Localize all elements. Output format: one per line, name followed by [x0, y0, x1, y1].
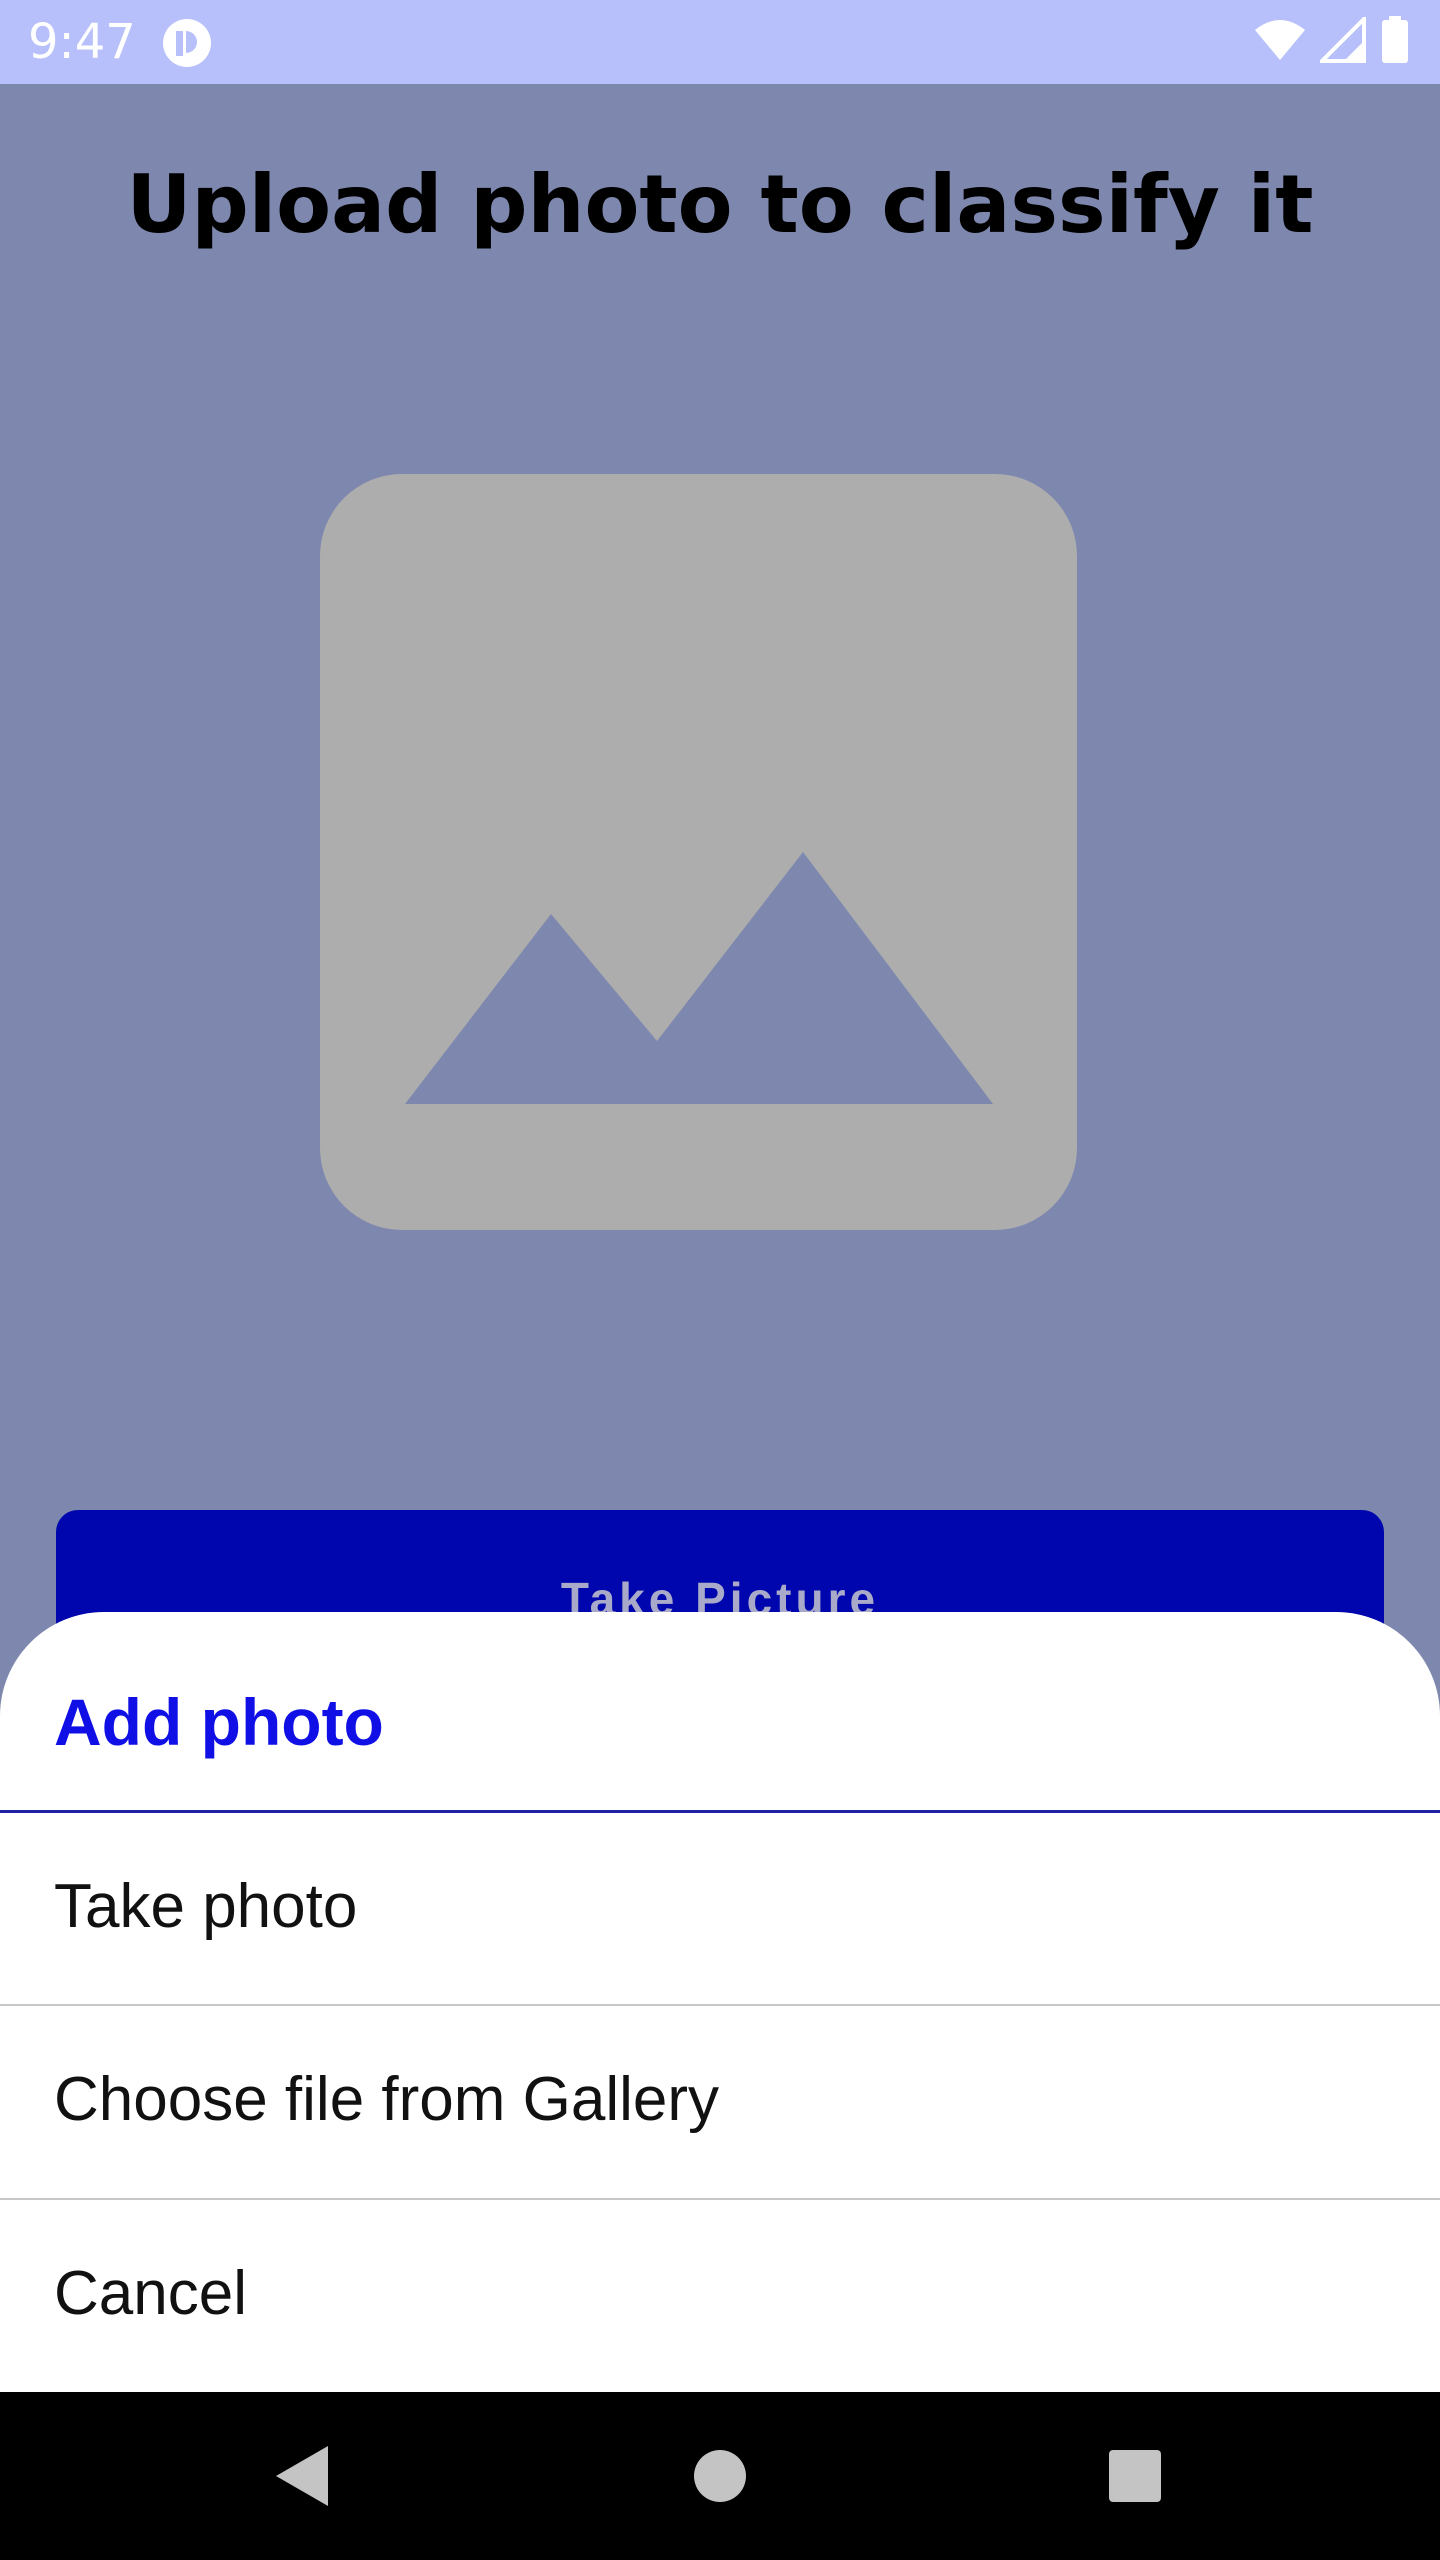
add-photo-sheet: Add photo Take photo Choose file from Ga…	[0, 1612, 1440, 2392]
page-title: Upload photo to classify it	[126, 158, 1314, 251]
choose-from-gallery-option[interactable]: Choose file from Gallery	[0, 2005, 1440, 2195]
image-placeholder-icon	[320, 474, 1077, 1230]
home-icon[interactable]	[670, 2426, 770, 2526]
navigation-bar	[0, 2392, 1440, 2560]
back-icon[interactable]	[252, 2426, 352, 2526]
wifi-icon	[1254, 18, 1306, 66]
battery-icon	[1380, 16, 1410, 68]
recents-icon[interactable]	[1084, 2426, 1184, 2526]
cellular-signal-icon	[1317, 14, 1366, 67]
app-screen: 9:47 Upload photo to classify it Take Pi…	[0, 0, 1440, 2560]
status-icons	[1254, 14, 1410, 68]
sheet-title: Add photo	[54, 1685, 384, 1759]
status-time: 9:47	[28, 14, 136, 70]
take-photo-label: Take photo	[54, 1872, 358, 1941]
cancel-label: Cancel	[54, 2259, 247, 2328]
cancel-option[interactable]: Cancel	[0, 2199, 1440, 2389]
take-photo-option[interactable]: Take photo	[0, 1812, 1440, 2002]
choose-from-gallery-label: Choose file from Gallery	[54, 2065, 720, 2134]
app-notification-icon	[162, 18, 212, 68]
status-bar: 9:47	[0, 0, 1440, 84]
